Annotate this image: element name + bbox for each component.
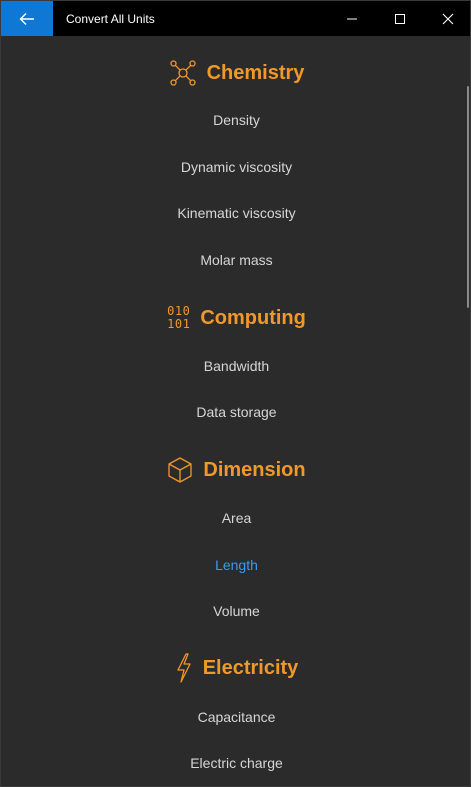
lightning-icon	[177, 653, 191, 683]
app-window: Convert All Units Chemistry Density Dyna…	[0, 0, 471, 787]
maximize-icon	[395, 13, 405, 24]
binary-icon: 010 101	[167, 304, 191, 331]
list-item-volume[interactable]: Volume	[1, 603, 470, 619]
back-arrow-icon	[19, 12, 34, 25]
minimize-button[interactable]	[328, 1, 376, 36]
section-title-electricity: Electricity	[202, 656, 299, 679]
list-item-molar-mass[interactable]: Molar mass	[1, 252, 470, 268]
list-item-bandwidth[interactable]: Bandwidth	[1, 358, 470, 374]
section-header-dimension: Dimension	[1, 453, 470, 487]
list-item-dynamic-viscosity[interactable]: Dynamic viscosity	[1, 159, 470, 175]
cube-icon	[168, 457, 193, 483]
list-item-kinematic-viscosity[interactable]: Kinematic viscosity	[1, 205, 470, 221]
list-item-capacitance[interactable]: Capacitance	[1, 709, 470, 725]
list-item-length[interactable]: Length	[1, 557, 470, 573]
title-bar: Convert All Units	[1, 1, 470, 36]
minimize-icon	[347, 18, 357, 19]
list-item-data-storage[interactable]: Data storage	[1, 404, 470, 420]
section-header-chemistry: Chemistry	[1, 56, 470, 90]
section-title-chemistry: Chemistry	[206, 61, 305, 84]
molecule-icon	[169, 60, 196, 86]
back-button[interactable]	[1, 1, 53, 36]
section-header-electricity: Electricity	[1, 651, 470, 685]
section-title-computing: Computing	[200, 306, 306, 329]
maximize-button[interactable]	[376, 1, 424, 36]
close-button[interactable]	[424, 1, 470, 36]
close-icon	[442, 13, 454, 24]
window-title: Convert All Units	[66, 11, 155, 26]
list-item-density[interactable]: Density	[1, 112, 470, 128]
category-list: Chemistry Density Dynamic viscosity Kine…	[1, 36, 470, 786]
section-title-dimension: Dimension	[203, 458, 306, 481]
list-item-area[interactable]: Area	[1, 510, 470, 526]
section-header-computing: 010 101 Computing	[1, 301, 470, 335]
list-item-electric-charge[interactable]: Electric charge	[1, 755, 470, 771]
